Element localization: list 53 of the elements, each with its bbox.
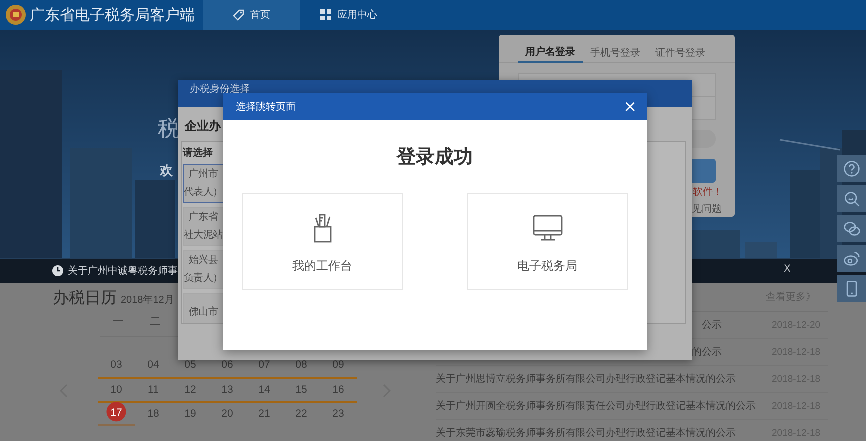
calendar-day[interactable]: 12	[172, 378, 209, 401]
close-button[interactable]: X	[784, 264, 791, 275]
calendar-day[interactable]: 04	[135, 354, 172, 376]
greeting-text: 欢	[160, 163, 173, 180]
nav-tab[interactable]: 应用中心	[300, 0, 397, 30]
calendar-day[interactable]: 19	[172, 403, 209, 426]
destination-card[interactable]: 我的工作台	[242, 193, 403, 290]
calendar-month: 2018年12月	[121, 294, 174, 307]
success-message: 登录成功	[397, 146, 473, 169]
calendar-day[interactable]: 13	[209, 378, 246, 401]
banner-title: 税	[158, 116, 180, 144]
calendar-day[interactable]: 17	[98, 402, 135, 426]
help-link[interactable]: 见问题	[692, 202, 722, 216]
calendar-day[interactable]: 15	[283, 378, 320, 401]
calendar-day[interactable]: 10	[98, 378, 135, 401]
emblem-icon	[5, 4, 27, 26]
nav-tab[interactable]: 首页	[203, 0, 300, 30]
tag-icon	[232, 9, 244, 21]
calendar-day[interactable]: 23	[320, 403, 357, 426]
dialog-title: 选择跳转页面	[236, 100, 296, 114]
calendar-day[interactable]: 22	[283, 403, 320, 426]
calendar-day[interactable]: 20	[209, 403, 246, 426]
calendar-title: 办税日历	[53, 288, 117, 309]
notice-text[interactable]: 关于广州中诚粤税务师事	[68, 264, 178, 278]
weekday-label: 一	[112, 314, 125, 328]
grid-icon	[320, 9, 332, 21]
clock-icon	[52, 265, 64, 277]
prompt-text: 请选择	[183, 147, 213, 160]
calendar-day[interactable]: 21	[246, 403, 283, 426]
warning-text: 软件！	[693, 186, 723, 199]
login-tab[interactable]: 证件号登录	[648, 35, 713, 63]
help-icon[interactable]	[842, 160, 860, 178]
calendar-day[interactable]: 18	[135, 403, 172, 426]
login-tab[interactable]: 手机号登录	[583, 35, 648, 63]
chat-icon[interactable]	[842, 220, 860, 238]
close-button[interactable]: ×	[624, 98, 637, 114]
news-title[interactable]: 关于广州开圆全税务师事务所有限责任公司办理行政登记基本情况的公示	[436, 399, 756, 413]
news-title[interactable]: 的公示	[692, 345, 722, 359]
news-title[interactable]: 关于东莞市蕊瑜税务师事务所有限公司办理行政登记基本情况的公示	[436, 426, 736, 440]
app-title: 广东省电子税务局客户端	[30, 6, 196, 24]
calendar-day[interactable]: 16	[320, 378, 357, 401]
swirl-icon[interactable]	[842, 250, 860, 268]
dialog-title: 办税身份选择	[190, 82, 250, 96]
calendar-day[interactable]: 14	[246, 378, 283, 401]
news-title[interactable]: 关于广州思博立税务师事务所有限公司办理行政登记基本情况的公示	[436, 372, 736, 386]
search-icon[interactable]	[842, 190, 860, 208]
weekday-label: 二	[149, 314, 162, 328]
login-tab[interactable]: 用户名登录	[518, 35, 583, 63]
news-title[interactable]: 公示	[702, 318, 722, 332]
calendar-day[interactable]: 11	[135, 378, 172, 401]
section-heading: 企业办	[185, 119, 221, 133]
calendar-day[interactable]: 03	[98, 354, 135, 376]
destination-card[interactable]: 电子税务局	[467, 193, 628, 290]
